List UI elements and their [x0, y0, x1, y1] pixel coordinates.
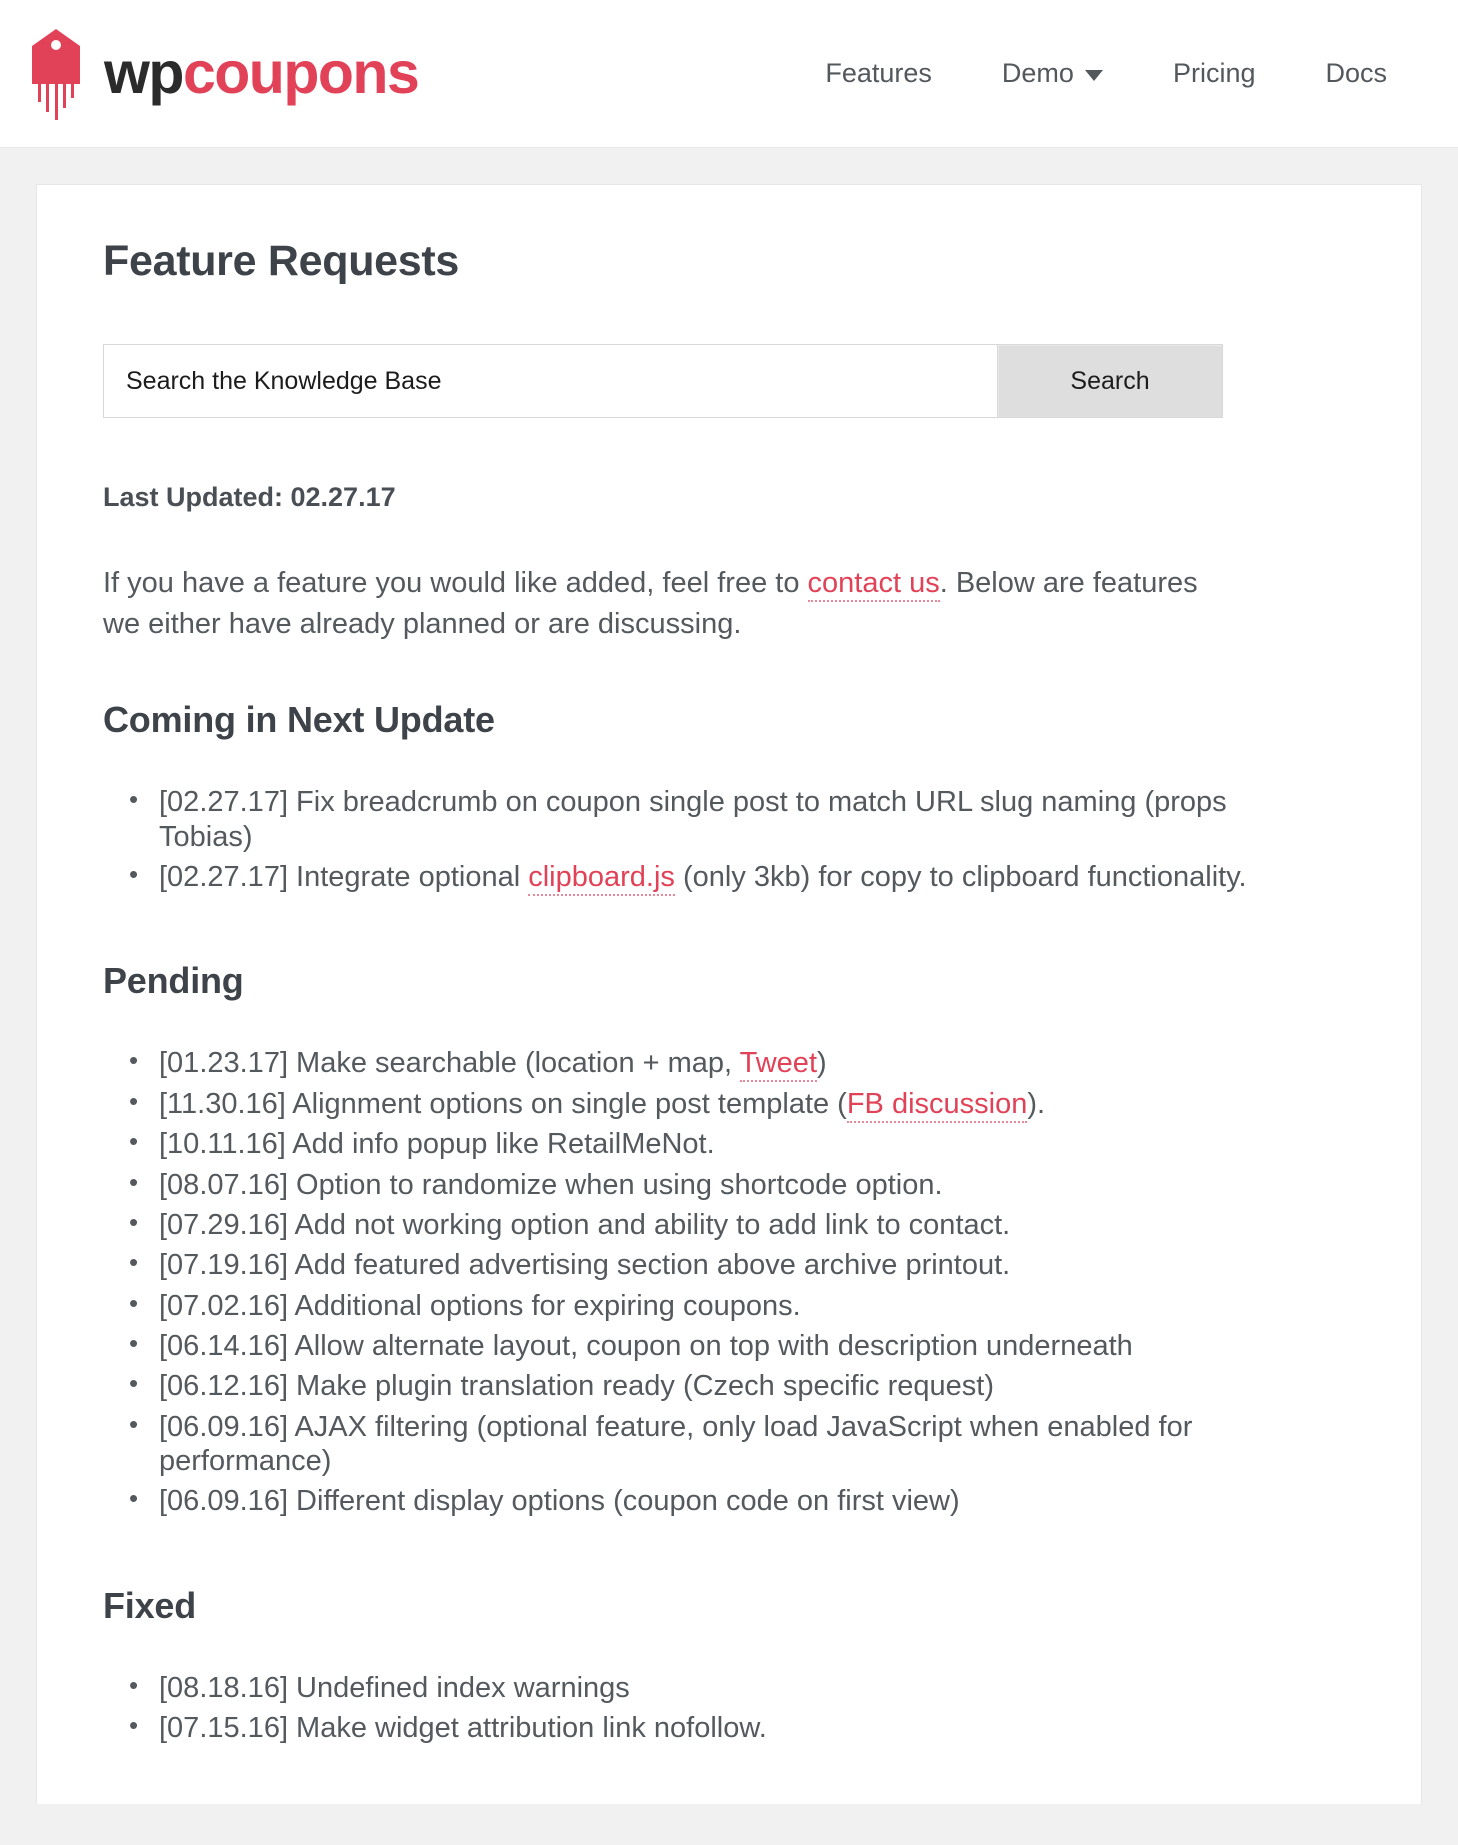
list-item: [08.07.16] Option to randomize when usin… — [129, 1166, 1265, 1202]
list-item: [06.09.16] Different display options (co… — [129, 1483, 1265, 1518]
knowledge-base-search-form: Search — [103, 344, 1223, 418]
section-title-coming-in-next-update: Coming in Next Update — [103, 699, 495, 741]
list-item-text-after: (only 3kb) for copy to clipboard functio… — [674, 861, 1247, 894]
list-item: [06.12.16] Make plugin translation ready… — [129, 1368, 1265, 1403]
list-item: [02.27.17] Fix breadcrumb on coupon sing… — [129, 784, 1265, 854]
list-item-text: [07.02.16] Additional options for expiri… — [159, 1289, 801, 1322]
list-item-text: [06.12.16] Make plugin translation ready… — [159, 1370, 994, 1403]
list-item-text: [06.09.16] Different display options (co… — [159, 1485, 960, 1518]
brand-wp-text: wp — [104, 40, 184, 106]
last-updated-text: Last Updated: 02.27.17 — [103, 482, 396, 512]
list-coming-in-next-update: [02.27.17] Fix breadcrumb on coupon sing… — [103, 784, 1355, 897]
nav-item-pricing[interactable]: Pricing — [1138, 48, 1291, 99]
list-item-text-before: [02.27.17] Integrate optional — [159, 861, 529, 894]
list-item: [07.15.16] Make widget attribution link … — [129, 1710, 1265, 1745]
list-item-text: [08.18.16] Undefined index warnings — [159, 1671, 630, 1704]
nav-item-docs[interactable]: Docs — [1290, 48, 1422, 99]
section-pending: Pending [01.23.17] Make searchable (loca… — [103, 960, 1355, 1518]
list-item-text-before: [01.23.17] Make searchable (location + m… — [159, 1047, 740, 1080]
intro-paragraph: If you have a feature you would like add… — [103, 563, 1225, 645]
section-fixed: Fixed [08.18.16] Undefined index warning… — [103, 1585, 1355, 1746]
nav-label-features: Features — [825, 58, 932, 88]
list-item-text: [08.07.16] Option to randomize when usin… — [159, 1168, 943, 1201]
list-item-text-after: ). — [1027, 1087, 1046, 1120]
list-item: [01.23.17] Make searchable (location + m… — [129, 1045, 1265, 1083]
nav-label-demo: Demo — [1001, 58, 1074, 88]
list-item-text: [06.09.16] AJAX filtering (optional feat… — [159, 1410, 1193, 1478]
brand-wordmark: wpcoupons — [104, 44, 420, 103]
list-item: [06.14.16] Allow alternate layout, coupo… — [129, 1328, 1265, 1363]
search-button[interactable]: Search — [998, 345, 1222, 417]
intro-text-before: If you have a feature you would like add… — [103, 567, 808, 599]
tweet-link[interactable]: Tweet — [739, 1047, 817, 1083]
coupon-tag-icon — [30, 28, 82, 120]
brand-logo-link[interactable]: wpcoupons — [30, 28, 420, 120]
nav-item-demo[interactable]: Demo — [967, 48, 1138, 99]
contact-us-link[interactable]: contact us — [807, 567, 940, 602]
section-title-pending: Pending — [103, 960, 244, 1002]
list-item: [07.29.16] Add not working option and ab… — [129, 1207, 1265, 1242]
nav-item-features[interactable]: Features — [790, 48, 967, 99]
nav-label-pricing: Pricing — [1172, 58, 1256, 88]
search-input[interactable] — [104, 345, 998, 417]
list-item-text: [07.19.16] Add featured advertising sect… — [159, 1249, 1011, 1282]
nav-label-docs: Docs — [1325, 58, 1387, 88]
list-item: [11.30.16] Alignment options on single p… — [129, 1086, 1265, 1123]
page-wrapper: Feature Requests Search Last Updated: 02… — [0, 148, 1458, 1804]
site-header: wpcoupons Features Demo Pricing Docs — [0, 0, 1458, 148]
section-title-fixed: Fixed — [103, 1584, 197, 1626]
main-navigation: Features Demo Pricing Docs — [790, 48, 1422, 99]
list-item-text: [10.11.16] Add info popup like RetailMeN… — [159, 1128, 715, 1161]
list-item: [07.19.16] Add featured advertising sect… — [129, 1247, 1265, 1282]
list-item-text: [07.15.16] Make widget attribution link … — [159, 1712, 767, 1745]
list-item-text: [06.14.16] Allow alternate layout, coupo… — [159, 1329, 1133, 1362]
chevron-down-icon — [1084, 70, 1103, 81]
list-item: [10.11.16] Add info popup like RetailMeN… — [129, 1126, 1265, 1161]
list-fixed: [08.18.16] Undefined index warnings [07.… — [103, 1670, 1355, 1746]
page-title: Feature Requests — [103, 237, 460, 285]
fb-discussion-link[interactable]: FB discussion — [846, 1087, 1028, 1123]
list-pending: [01.23.17] Make searchable (location + m… — [103, 1045, 1355, 1518]
list-item: [02.27.17] Integrate optional clipboard.… — [129, 859, 1265, 897]
clipboard-js-link[interactable]: clipboard.js — [528, 861, 675, 897]
brand-coupons-text: coupons — [182, 40, 420, 106]
list-item-text-before: [11.30.16] Alignment options on single p… — [159, 1087, 847, 1120]
list-item-text: [02.27.17] Fix breadcrumb on coupon sing… — [159, 786, 1227, 853]
list-item: [08.18.16] Undefined index warnings — [129, 1670, 1265, 1705]
list-item-text: [07.29.16] Add not working option and ab… — [159, 1208, 1011, 1241]
list-item: [06.09.16] AJAX filtering (optional feat… — [129, 1409, 1265, 1479]
list-item-text-after: ) — [817, 1047, 827, 1080]
section-coming-in-next-update: Coming in Next Update [02.27.17] Fix bre… — [103, 699, 1355, 897]
content-card: Feature Requests Search Last Updated: 02… — [36, 184, 1422, 1804]
list-item: [07.02.16] Additional options for expiri… — [129, 1288, 1265, 1323]
